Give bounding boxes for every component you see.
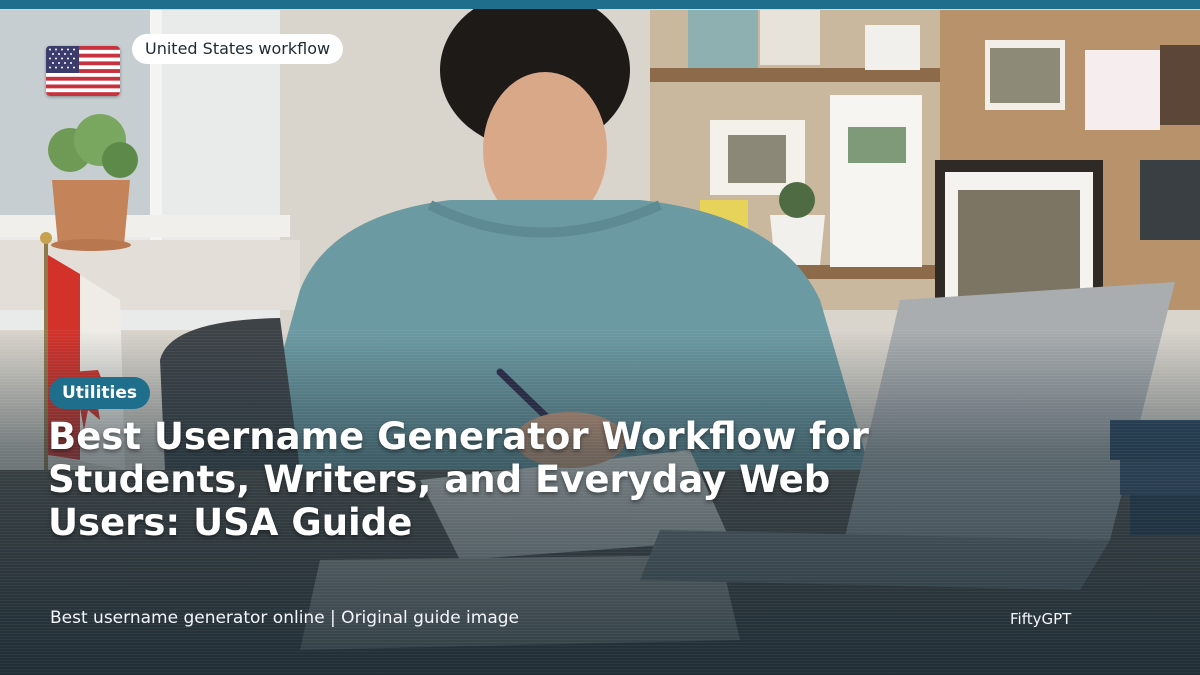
region-badge: United States workflow [132, 34, 344, 64]
title-line-1: Best Username Generator Workflow for [48, 415, 869, 458]
brand-name: FiftyGPT [1010, 610, 1072, 628]
title-line-2: Students, Writers, and Everyday Web [48, 458, 831, 501]
title-line-3: Users: USA Guide [48, 501, 413, 544]
image-caption: Best username generator online | Origina… [50, 608, 520, 628]
us-flag-icon [46, 46, 120, 96]
region-label: United States workflow [145, 39, 331, 58]
page-title: Best Username Generator Workflow for Stu… [48, 415, 948, 544]
category-badge[interactable]: Utilities [49, 377, 151, 409]
hero-image [0, 0, 1200, 675]
top-accent-bar [0, 0, 1200, 9]
category-label: Utilities [62, 383, 138, 403]
